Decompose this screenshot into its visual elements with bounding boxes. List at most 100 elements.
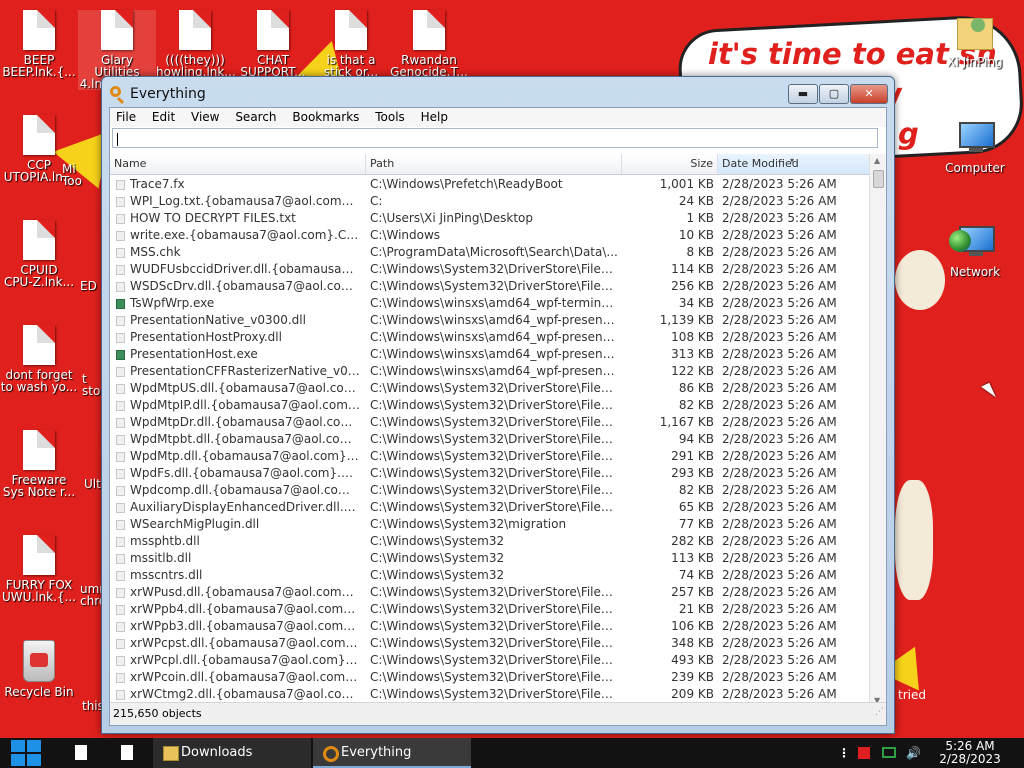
everything-window[interactable]: Everything ▬ ▢ ✕ File Edit View Search B… <box>101 76 895 734</box>
table-row[interactable]: xrWPusd.dll.{obamausa7@aol.com}.Cry... C:… <box>110 584 870 601</box>
desktop-icon[interactable]: Rwandan Genocide.T... <box>390 10 468 78</box>
table-row[interactable]: TsWpfWrp.exe C:\Windows\winsxs\amd64_wpf-… <box>110 295 870 312</box>
minimize-button[interactable]: ▬ <box>788 84 818 104</box>
volume-icon[interactable]: 🔊 <box>906 738 921 768</box>
table-row[interactable]: PresentationCFFRasterizerNative_v030... C… <box>110 363 870 380</box>
table-row[interactable]: xrWPcoin.dll.{obamausa7@aol.com}.Cry... C… <box>110 669 870 686</box>
table-row[interactable]: xrWCtmg2.dll.{obamausa7@aol.com}.Cr... C:… <box>110 686 870 703</box>
desktop-icon-partial[interactable]: this <box>82 700 104 712</box>
table-row[interactable]: WPI_Log.txt.{obamausa7@aol.com}.Cr... C: 2… <box>110 193 870 210</box>
table-row[interactable]: HOW TO DECRYPT FILES.txt C:\Users\Xi JinP… <box>110 210 870 227</box>
table-row[interactable]: write.exe.{obamausa7@aol.com}.CrySiS C:\W… <box>110 227 870 244</box>
table-row[interactable]: Wpdcomp.dll.{obamausa7@aol.com}.Cr... C:\… <box>110 482 870 499</box>
maximize-button[interactable]: ▢ <box>819 84 849 104</box>
taskbar-app-downloads[interactable]: Downloads <box>153 738 311 768</box>
tray-overflow-icon[interactable]: ⋮ <box>838 738 850 768</box>
windows-logo-icon <box>11 740 25 752</box>
table-row[interactable]: mssitlb.dll C:\Windows\System32 113 KB 2/28… <box>110 550 870 567</box>
desktop-icon[interactable]: ((((they))) howling.lnk... <box>156 10 236 79</box>
table-row[interactable]: PresentationHost.exe C:\Windows\winsxs\am… <box>110 346 870 363</box>
menu-file[interactable]: File <box>110 108 142 127</box>
taskbar-app-everything[interactable]: Everything <box>313 738 471 768</box>
column-header-date-modified[interactable]: ▾ Date Modified <box>718 154 870 174</box>
file-size-cell: 493 KB <box>671 653 714 667</box>
date-modified-cell: 2/28/2023 5:26 AM <box>722 177 837 191</box>
network-tray-icon[interactable] <box>882 747 896 758</box>
scrollbar-thumb[interactable] <box>873 170 884 188</box>
executable-file-icon <box>116 299 125 309</box>
desktop-icon-label: BEEP BEEP.lnk.{... <box>2 53 76 79</box>
table-row[interactable]: WpdMtpUS.dll.{obamausa7@aol.com}.... C:\W… <box>110 380 870 397</box>
close-button[interactable]: ✕ <box>850 84 888 104</box>
table-row[interactable]: PresentationHostProxy.dll C:\Windows\wins… <box>110 329 870 346</box>
table-row[interactable]: AuxiliaryDisplayEnhancedDriver.dll.{oba.… <box>110 499 870 516</box>
table-row[interactable]: xrWPcpl.dll.{obamausa7@aol.com}.CrySiS C:… <box>110 652 870 669</box>
desktop-icon-partial[interactable]: t sto <box>82 373 102 397</box>
menu-bookmarks[interactable]: Bookmarks <box>286 108 365 127</box>
date-modified-cell: 2/28/2023 5:26 AM <box>722 500 837 514</box>
date-modified-cell: 2/28/2023 5:26 AM <box>722 296 837 310</box>
title-bar[interactable]: Everything ▬ ▢ ✕ <box>102 77 894 107</box>
document-icon <box>23 115 55 155</box>
table-row[interactable]: xrWPpb3.dll.{obamausa7@aol.com}.Cry... C:… <box>110 618 870 635</box>
document-icon <box>23 325 55 365</box>
table-row[interactable]: mssphtb.dll C:\Windows\System32 282 KB 2/28… <box>110 533 870 550</box>
desktop-icon[interactable]: is that a stick or... <box>312 10 390 78</box>
file-size-cell: 257 KB <box>671 585 714 599</box>
taskbar-clock[interactable]: 5:26 AM 2/28/2023 <box>930 740 1010 766</box>
table-row[interactable]: WSDScDrv.dll.{obamausa7@aol.com}.... C:\W… <box>110 278 870 295</box>
table-row[interactable]: WpdMtpDr.dll.{obamausa7@aol.com}.C... C:\… <box>110 414 870 431</box>
desktop-icon[interactable]: CHAT SUPPORT... <box>234 10 312 78</box>
column-header-name[interactable]: Name <box>110 154 366 174</box>
desktop-icon[interactable]: BEEP BEEP.lnk.{... <box>0 10 78 78</box>
menu-tools[interactable]: Tools <box>369 108 411 127</box>
document-icon <box>101 10 133 50</box>
desktop-icon[interactable]: FURRY FOX UWU.lnk.{... <box>0 535 78 603</box>
file-size-cell: 82 KB <box>678 398 714 412</box>
network-icon[interactable]: Network <box>936 224 1014 278</box>
desktop-icon-label: ((((they))) howling.lnk... <box>156 53 236 79</box>
menu-search[interactable]: Search <box>229 108 282 127</box>
action-center-flag-icon[interactable] <box>858 747 870 759</box>
user-folder-icon[interactable]: Xi JinPing <box>936 12 1014 68</box>
column-header-row: Name Path Size ▾ Date Modified <box>110 154 870 175</box>
table-row[interactable]: WpdMtp.dll.{obamausa7@aol.com}.Cry... C:\… <box>110 448 870 465</box>
table-row[interactable]: msscntrs.dll C:\Windows\System32 74 KB 2/28… <box>110 567 870 584</box>
table-row[interactable]: WpdMtpbt.dll.{obamausa7@aol.com}.Cr... C:… <box>110 431 870 448</box>
table-row[interactable]: Trace7.fx C:\Windows\Prefetch\ReadyBoot 1,… <box>110 176 870 193</box>
desktop-icon-partial[interactable]: umr chro <box>80 583 106 607</box>
menu-help[interactable]: Help <box>415 108 454 127</box>
table-row[interactable]: xrWPcpst.dll.{obamausa7@aol.com}.Cr... C:… <box>110 635 870 652</box>
pinned-document-icon[interactable] <box>121 745 133 760</box>
column-header-path[interactable]: Path <box>366 154 622 174</box>
table-row[interactable]: MSS.chk C:\ProgramData\Microsoft\Search\D… <box>110 244 870 261</box>
table-row[interactable]: WpdFs.dll.{obamausa7@aol.com}.CrySiS C:\W… <box>110 465 870 482</box>
table-row[interactable]: WUDFUsbccidDriver.dll.{obamausa7@a... C:\… <box>110 261 870 278</box>
file-path-cell: C:\Windows\System32 <box>370 551 505 565</box>
start-button[interactable] <box>8 738 46 768</box>
desktop-icon[interactable]: dont forget to wash yo... <box>0 325 78 393</box>
desktop-icon[interactable]: Freeware Sys Note r... <box>0 430 78 498</box>
file-size-cell: 1,139 KB <box>659 313 714 327</box>
file-size-cell: 74 KB <box>678 568 714 582</box>
menu-view[interactable]: View <box>185 108 225 127</box>
table-row[interactable]: WSearchMigPlugin.dll C:\Windows\System32\… <box>110 516 870 533</box>
resize-grip-icon[interactable]: ⋰ <box>875 701 884 723</box>
table-row[interactable]: WpdMtpIP.dll.{obamausa7@aol.com}.Cr... C:… <box>110 397 870 414</box>
search-input[interactable] <box>112 128 878 148</box>
table-row[interactable]: PresentationNative_v0300.dll C:\Windows\w… <box>110 312 870 329</box>
desktop-icon-partial[interactable]: ED <box>80 280 102 292</box>
pinned-document-icon[interactable] <box>75 745 87 760</box>
menu-edit[interactable]: Edit <box>146 108 181 127</box>
vertical-scrollbar[interactable]: ▲ ▼ <box>869 154 886 707</box>
desktop-icon-partial[interactable]: Ult <box>84 478 102 490</box>
desktop-icon-partial[interactable]: Mi Too <box>62 163 102 187</box>
scroll-up-icon[interactable]: ▲ <box>874 156 880 165</box>
desktop-icon[interactable]: CPUID CPU-Z.lnk... <box>0 220 78 288</box>
table-row[interactable]: xrWPpb4.dll.{obamausa7@aol.com}.Cry... C:… <box>110 601 870 618</box>
document-icon <box>23 535 55 575</box>
file-name-cell: AuxiliaryDisplayEnhancedDriver.dll.{oba.… <box>130 500 360 514</box>
recycle-bin-icon[interactable]: Recycle Bin <box>0 640 78 698</box>
computer-icon[interactable]: Computer <box>936 120 1014 174</box>
column-header-size[interactable]: Size <box>622 154 718 174</box>
